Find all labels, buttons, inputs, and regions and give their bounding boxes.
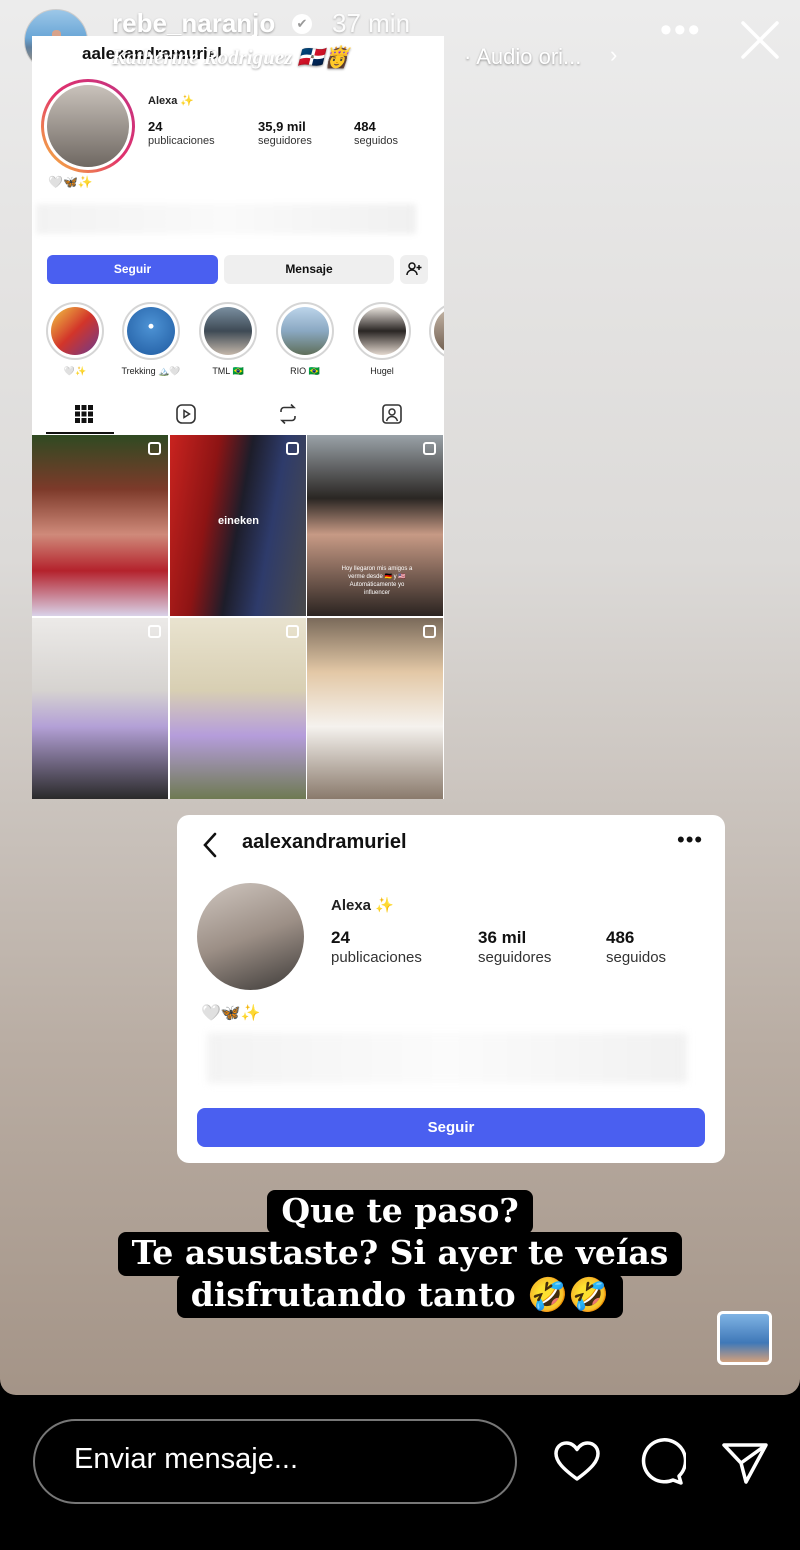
- grid-post-1: [32, 435, 168, 616]
- highlight-label: RIO 🇧🇷: [290, 366, 320, 376]
- stat-following-value: 484: [354, 119, 376, 134]
- audio-label[interactable]: · Audio ori...: [464, 44, 581, 70]
- active-tab-indicator: [46, 432, 114, 434]
- message-placeholder: Enviar mensaje...: [74, 1443, 299, 1475]
- profile-screenshot-1: aalexandramuriel Alexa ✨ 24 publicacione…: [32, 36, 444, 799]
- highlight-label: 🤍✨: [63, 366, 87, 376]
- highlight-2: [122, 302, 180, 360]
- profile-bio: 🤍🦋✨: [201, 1005, 261, 1022]
- stat-following-label: seguidos: [354, 135, 399, 147]
- profile-name: Alexa ✨: [148, 95, 195, 107]
- grid-post-6: [307, 618, 443, 799]
- more-icon: •••: [677, 827, 704, 852]
- profile-bio: 🤍🦋✨: [48, 175, 93, 189]
- stat-posts-value: 24: [331, 928, 350, 947]
- author-username[interactable]: rebe_naranjo: [112, 8, 275, 39]
- add-user-icon: [400, 255, 428, 284]
- profile-screenshot-2: aalexandramuriel ••• Alexa ✨ 24 publicac…: [177, 815, 725, 1163]
- highlight-1: [46, 302, 104, 360]
- highlight-3: [199, 302, 257, 360]
- caption-line-2: Te asustaste? Si ayer te veías: [117, 1232, 683, 1276]
- follow-button: Seguir: [197, 1108, 705, 1147]
- stat-followers-value: 36 mil: [478, 928, 527, 947]
- caption-line-3: disfrutando tanto 🤣🤣: [176, 1274, 624, 1318]
- sign-text: eineken: [218, 515, 259, 527]
- caption-line-1-wrap: Que te paso?: [0, 1190, 800, 1234]
- highlight-label: Trekking 🏔️🤍: [121, 366, 181, 376]
- stat-posts-value: 24: [148, 119, 163, 134]
- caption-line-2-wrap: Te asustaste? Si ayer te veías: [0, 1232, 800, 1276]
- message-button: Mensaje: [224, 255, 394, 284]
- stat-following-value: 486: [606, 928, 635, 947]
- grid-post-3: Hoy llegaron mis amigos a verme desde 🇩🇪…: [307, 435, 443, 616]
- verified-badge-icon: ✔: [292, 14, 312, 34]
- stat-followers-label: seguidores: [478, 949, 552, 966]
- grid-post-2: eineken: [170, 435, 306, 616]
- follow-button: Seguir: [47, 255, 218, 284]
- highlight-6: [429, 302, 444, 360]
- send-icon[interactable]: [720, 1437, 770, 1487]
- close-icon[interactable]: [740, 20, 780, 60]
- more-options-button[interactable]: •••: [660, 13, 702, 47]
- blurred-bio-area: [207, 1033, 687, 1083]
- profile-tabs: [32, 396, 444, 434]
- photo-sticker[interactable]: [717, 1311, 772, 1365]
- profile-avatar-story-ring: [41, 79, 135, 173]
- grid-icon: [75, 405, 93, 423]
- blurred-bio-area: [36, 204, 416, 234]
- caption-line-1: Que te paso?: [267, 1190, 533, 1234]
- profile-username: aalexandramuriel: [242, 831, 407, 853]
- stat-followers-label: seguidores: [258, 135, 312, 147]
- story-viewer[interactable]: rebe_naranjo ✔ 37 min aalexandramuriel A…: [0, 0, 800, 1395]
- highlight-label: Hugel: [370, 366, 394, 376]
- stat-posts-label: publicaciones: [331, 949, 422, 966]
- post-time: 37 min: [332, 8, 411, 38]
- stat-posts-label: publicaciones: [148, 135, 215, 147]
- stat-followers-value: 35,9 mil: [258, 119, 306, 134]
- comment-icon[interactable]: [636, 1437, 686, 1487]
- tagged-icon: [382, 404, 402, 424]
- repost-icon: [280, 403, 296, 425]
- reels-icon: [176, 404, 196, 424]
- stat-following-label: seguidos: [606, 949, 667, 966]
- highlight-label: TML 🇧🇷: [212, 366, 244, 376]
- back-chevron-icon: [203, 832, 217, 858]
- post-caption: Hoy llegaron mis amigos a verme desde 🇩🇪…: [341, 566, 413, 596]
- music-artist[interactable]: Katherine Rodriguez 🇩🇴👸: [112, 45, 350, 70]
- chevron-right-icon[interactable]: ›: [610, 42, 617, 68]
- highlight-5: [353, 302, 411, 360]
- highlight-4: [276, 302, 334, 360]
- heart-icon[interactable]: [552, 1437, 602, 1487]
- grid-post-4: [32, 618, 168, 799]
- profile-name: Alexa ✨: [331, 897, 394, 914]
- grid-post-5: [170, 618, 306, 799]
- caption-line-3-wrap: disfrutando tanto 🤣🤣: [0, 1274, 800, 1318]
- profile-avatar: [197, 883, 304, 990]
